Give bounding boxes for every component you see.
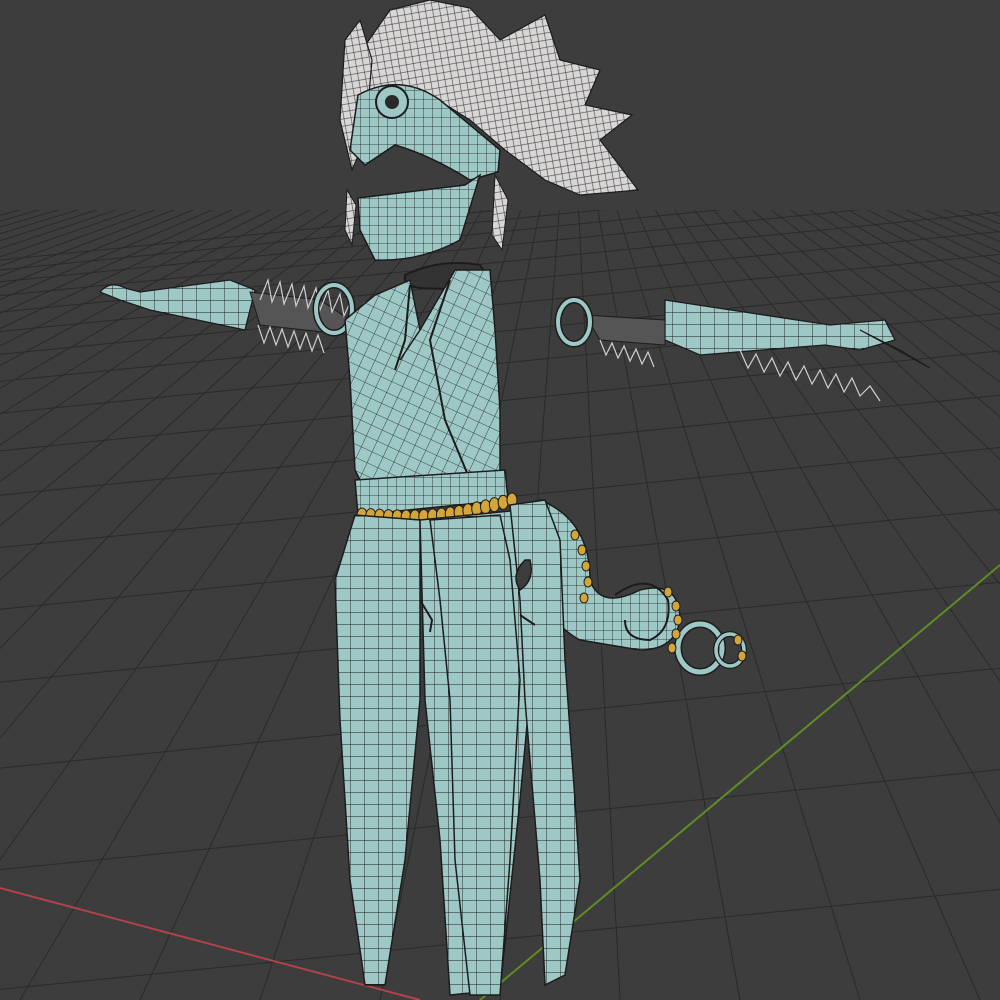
tail-bead: [673, 614, 683, 626]
3d-viewport[interactable]: [0, 0, 1000, 1000]
tail-bead: [671, 600, 681, 612]
grid-line: [829, 199, 1000, 294]
grid-line: [0, 199, 201, 277]
tail-bead: [579, 592, 589, 604]
tail-bead: [577, 544, 587, 556]
grid-line: [0, 199, 165, 258]
tail-bead: [671, 628, 681, 640]
grid-line: [0, 199, 147, 250]
tail-bead: [663, 586, 673, 598]
tail-bead: [667, 642, 677, 654]
belt-bead: [488, 497, 500, 513]
grid-line: [0, 199, 75, 222]
grid-line: [991, 199, 1000, 204]
grid-line: [811, 199, 1000, 311]
grid-line: [775, 199, 1000, 355]
tail-bead: [570, 529, 580, 541]
tail-bead: [733, 634, 743, 646]
grid-line: [883, 199, 1000, 253]
grid-line: [955, 199, 1000, 217]
dress[interactable]: [334, 262, 581, 996]
belt-bead: [497, 494, 509, 510]
tail-bead: [583, 576, 593, 588]
grid-line: [0, 199, 93, 228]
tail-bead: [737, 650, 747, 662]
right-arm-sleeve[interactable]: [554, 296, 931, 402]
grid-line: [973, 199, 1000, 210]
grid-line: [847, 199, 1000, 278]
tail-bead: [581, 560, 591, 572]
grid-line: [937, 199, 1000, 225]
grid-line: [0, 199, 21, 206]
belt-bead: [480, 499, 492, 515]
tail-swirl[interactable]: [539, 498, 747, 676]
viewport-canvas[interactable]: [0, 0, 1000, 1000]
